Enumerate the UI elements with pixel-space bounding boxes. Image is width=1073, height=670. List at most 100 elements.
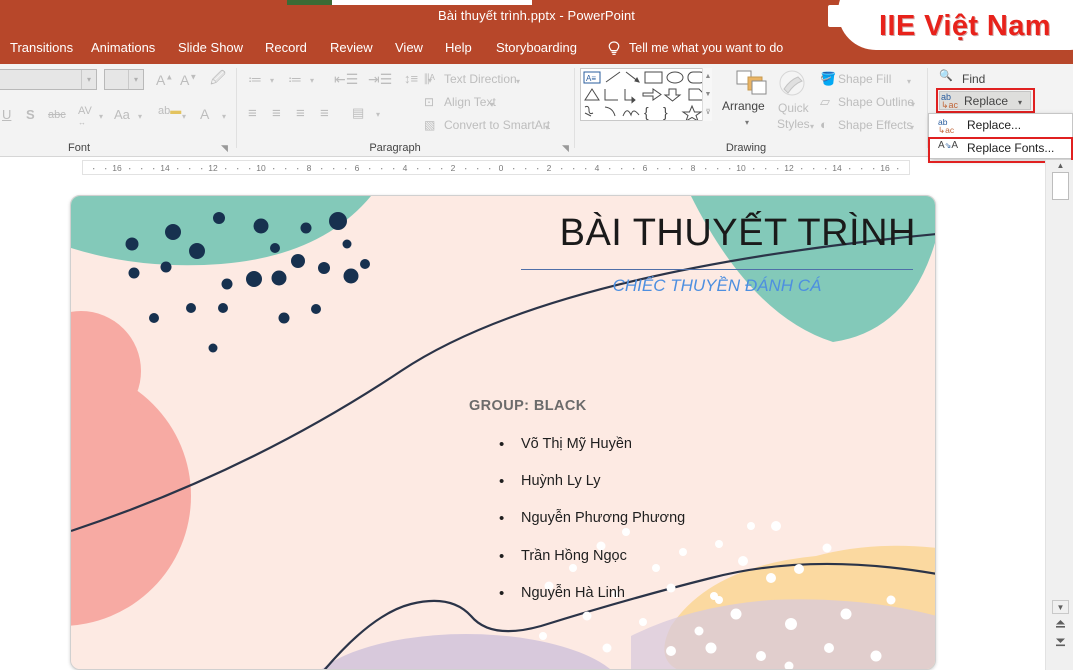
member-name[interactable]: Huỳnh Ly Ly — [521, 473, 601, 489]
chevron-down-icon[interactable]: ▾ — [516, 77, 520, 86]
tab-view[interactable]: View — [395, 40, 423, 55]
justify-icon[interactable]: ≡ — [320, 106, 329, 121]
align-left-icon[interactable]: ≡ — [248, 106, 257, 121]
underline-icon[interactable]: U — [2, 108, 11, 121]
scroll-down-icon[interactable]: ▼ — [703, 86, 713, 103]
member-name[interactable]: Nguyễn Phương Phương — [521, 510, 685, 526]
svg-text:4: 4 — [595, 163, 600, 173]
shape-fill-icon[interactable]: 🪣 — [820, 72, 836, 85]
find-icon[interactable]: 🔍 — [939, 71, 953, 82]
bullets-icon[interactable]: ≔ — [248, 72, 262, 86]
svg-text:12: 12 — [208, 163, 218, 173]
align-center-icon[interactable]: ≡ — [272, 106, 281, 121]
line-spacing-icon[interactable]: ↕≡ — [404, 72, 418, 85]
chevron-down-icon[interactable]: ▾ — [270, 76, 274, 85]
arrange-icon[interactable] — [736, 70, 770, 98]
convert-to-smartart-button[interactable]: Convert to SmartArt — [444, 119, 550, 131]
shapes-gallery[interactable]: A≡ { } — [580, 68, 712, 121]
slide-editing-area[interactable]: BÀI THUYẾT TRÌNH CHIẾC THUYỀN ĐÁNH CÁ GR… — [0, 176, 1045, 670]
align-text-icon[interactable]: ⊡ — [424, 96, 434, 108]
chevron-down-icon[interactable]: ▾ — [907, 77, 911, 86]
chevron-down-icon[interactable]: ▾ — [128, 70, 143, 89]
shape-effects-button[interactable]: Shape Effects — [838, 119, 913, 131]
character-spacing-icon[interactable]: AV ↔ — [78, 106, 92, 128]
tab-transitions[interactable]: Transitions — [10, 40, 73, 55]
text-direction-button[interactable]: Text Direction — [444, 73, 517, 85]
svg-text:A≡: A≡ — [586, 74, 596, 83]
previous-slide-button[interactable] — [1052, 617, 1069, 632]
chevron-down-icon[interactable]: ▾ — [376, 110, 380, 119]
columns-icon[interactable]: ▤ — [352, 106, 364, 119]
arrange-button[interactable]: Arrange — [722, 100, 765, 112]
tab-animations[interactable]: Animations — [91, 40, 155, 55]
shape-effects-icon[interactable]: ◐ — [820, 118, 828, 131]
tab-storyboarding[interactable]: Storyboarding — [496, 40, 577, 55]
scroll-up-icon[interactable]: ▲ — [703, 68, 713, 85]
numbering-icon[interactable]: ≔ — [288, 72, 302, 86]
slide-subtitle[interactable]: CHIẾC THUYỀN ĐÁNH CÁ — [521, 276, 913, 296]
chevron-down-icon[interactable]: ▾ — [545, 123, 549, 132]
tab-record[interactable]: Record — [265, 40, 307, 55]
shape-outline-icon[interactable]: ▱ — [820, 95, 830, 108]
quick-styles-label-2[interactable]: Styles — [777, 118, 810, 130]
text-direction-icon[interactable]: ⫼ᴬ — [424, 73, 435, 85]
group-separator — [574, 68, 575, 148]
strikethrough-icon[interactable]: abc — [48, 110, 66, 121]
font-color-icon[interactable]: A — [200, 107, 209, 121]
member-name[interactable]: Võ Thị Mỹ Huyền — [521, 436, 632, 452]
align-right-icon[interactable]: ≡ — [296, 106, 305, 121]
tab-review[interactable]: Review — [330, 40, 373, 55]
shapes-more-icon[interactable]: ⊽ — [703, 104, 713, 121]
svg-text:2: 2 — [451, 163, 456, 173]
chevron-down-icon[interactable]: ▾ — [182, 112, 186, 121]
shapes-gallery-scrollbar[interactable]: ▲ ▼ ⊽ — [702, 68, 712, 121]
shape-outline-button[interactable]: Shape Outline — [838, 96, 914, 108]
text-highlight-color-icon[interactable]: ab▬ — [158, 106, 181, 117]
chevron-down-icon[interactable]: ▾ — [222, 112, 226, 121]
clear-formatting-icon[interactable]: 🖉 — [210, 71, 226, 86]
member-name[interactable]: Nguyễn Hà Linh — [521, 585, 625, 601]
member-name[interactable]: Trần Hồng Ngọc — [521, 548, 627, 564]
find-button[interactable]: Find — [962, 72, 985, 86]
tab-help[interactable]: Help — [445, 40, 472, 55]
align-text-button[interactable]: Align Text — [444, 96, 496, 108]
chevron-down-icon[interactable]: ▾ — [99, 112, 103, 121]
chevron-down-icon[interactable]: ▾ — [490, 100, 494, 109]
increase-indent-icon[interactable]: ⇥☰ — [368, 72, 392, 86]
chevron-down-icon[interactable]: ▾ — [810, 122, 814, 131]
tab-slide-show[interactable]: Slide Show — [178, 40, 243, 55]
chevron-down-icon[interactable]: ▾ — [911, 100, 915, 109]
horizontal-ruler[interactable]: 16 14 12 10 8 6 4 2 0 2 4 6 8 10 12 14 16 — [82, 160, 910, 175]
scroll-up-icon[interactable]: ▲ — [1052, 160, 1069, 172]
scroll-down-icon[interactable]: ▼ — [1052, 600, 1069, 614]
scrollbar-thumb[interactable] — [1052, 172, 1069, 200]
group-heading[interactable]: GROUP: BLACK — [469, 398, 587, 414]
lightbulb-icon — [606, 40, 622, 58]
quick-styles-label-1[interactable]: Quick — [778, 102, 809, 114]
font-dialog-launcher[interactable]: ◥ — [221, 143, 231, 153]
chevron-down-icon[interactable]: ▾ — [81, 70, 96, 89]
convert-to-smartart-icon[interactable]: ▧ — [424, 119, 435, 131]
font-name-combobox[interactable]: ▾ — [0, 69, 97, 90]
chevron-down-icon[interactable]: ▾ — [745, 118, 749, 127]
group-separator — [236, 68, 237, 148]
chevron-down-icon[interactable]: ▾ — [310, 76, 314, 85]
chevron-down-icon[interactable]: ▾ — [910, 123, 914, 132]
bullet-marker: • — [499, 436, 505, 453]
font-size-combobox[interactable]: ▾ — [104, 69, 144, 90]
slide-title[interactable]: BÀI THUYẾT TRÌNH — [526, 212, 916, 255]
svg-text:14: 14 — [832, 163, 842, 173]
slide-canvas[interactable]: BÀI THUYẾT TRÌNH CHIẾC THUYỀN ĐÁNH CÁ GR… — [70, 195, 936, 670]
vertical-scrollbar[interactable]: ▲ ▼ — [1045, 160, 1073, 670]
text-shadow-icon[interactable]: S — [26, 108, 35, 121]
svg-text:}: } — [663, 104, 668, 120]
decrease-indent-icon[interactable]: ⇤☰ — [334, 72, 358, 86]
next-slide-button[interactable] — [1052, 634, 1069, 649]
paragraph-dialog-launcher[interactable]: ◥ — [562, 143, 572, 153]
decrease-font-size-icon[interactable]: A▼ — [180, 73, 197, 87]
shape-fill-button[interactable]: Shape Fill — [838, 73, 891, 85]
increase-font-size-icon[interactable]: A▲ — [156, 73, 173, 87]
tell-me-search[interactable]: Tell me what you want to do — [629, 41, 783, 55]
change-case-icon[interactable]: Aa — [114, 108, 130, 121]
chevron-down-icon[interactable]: ▾ — [138, 112, 142, 121]
